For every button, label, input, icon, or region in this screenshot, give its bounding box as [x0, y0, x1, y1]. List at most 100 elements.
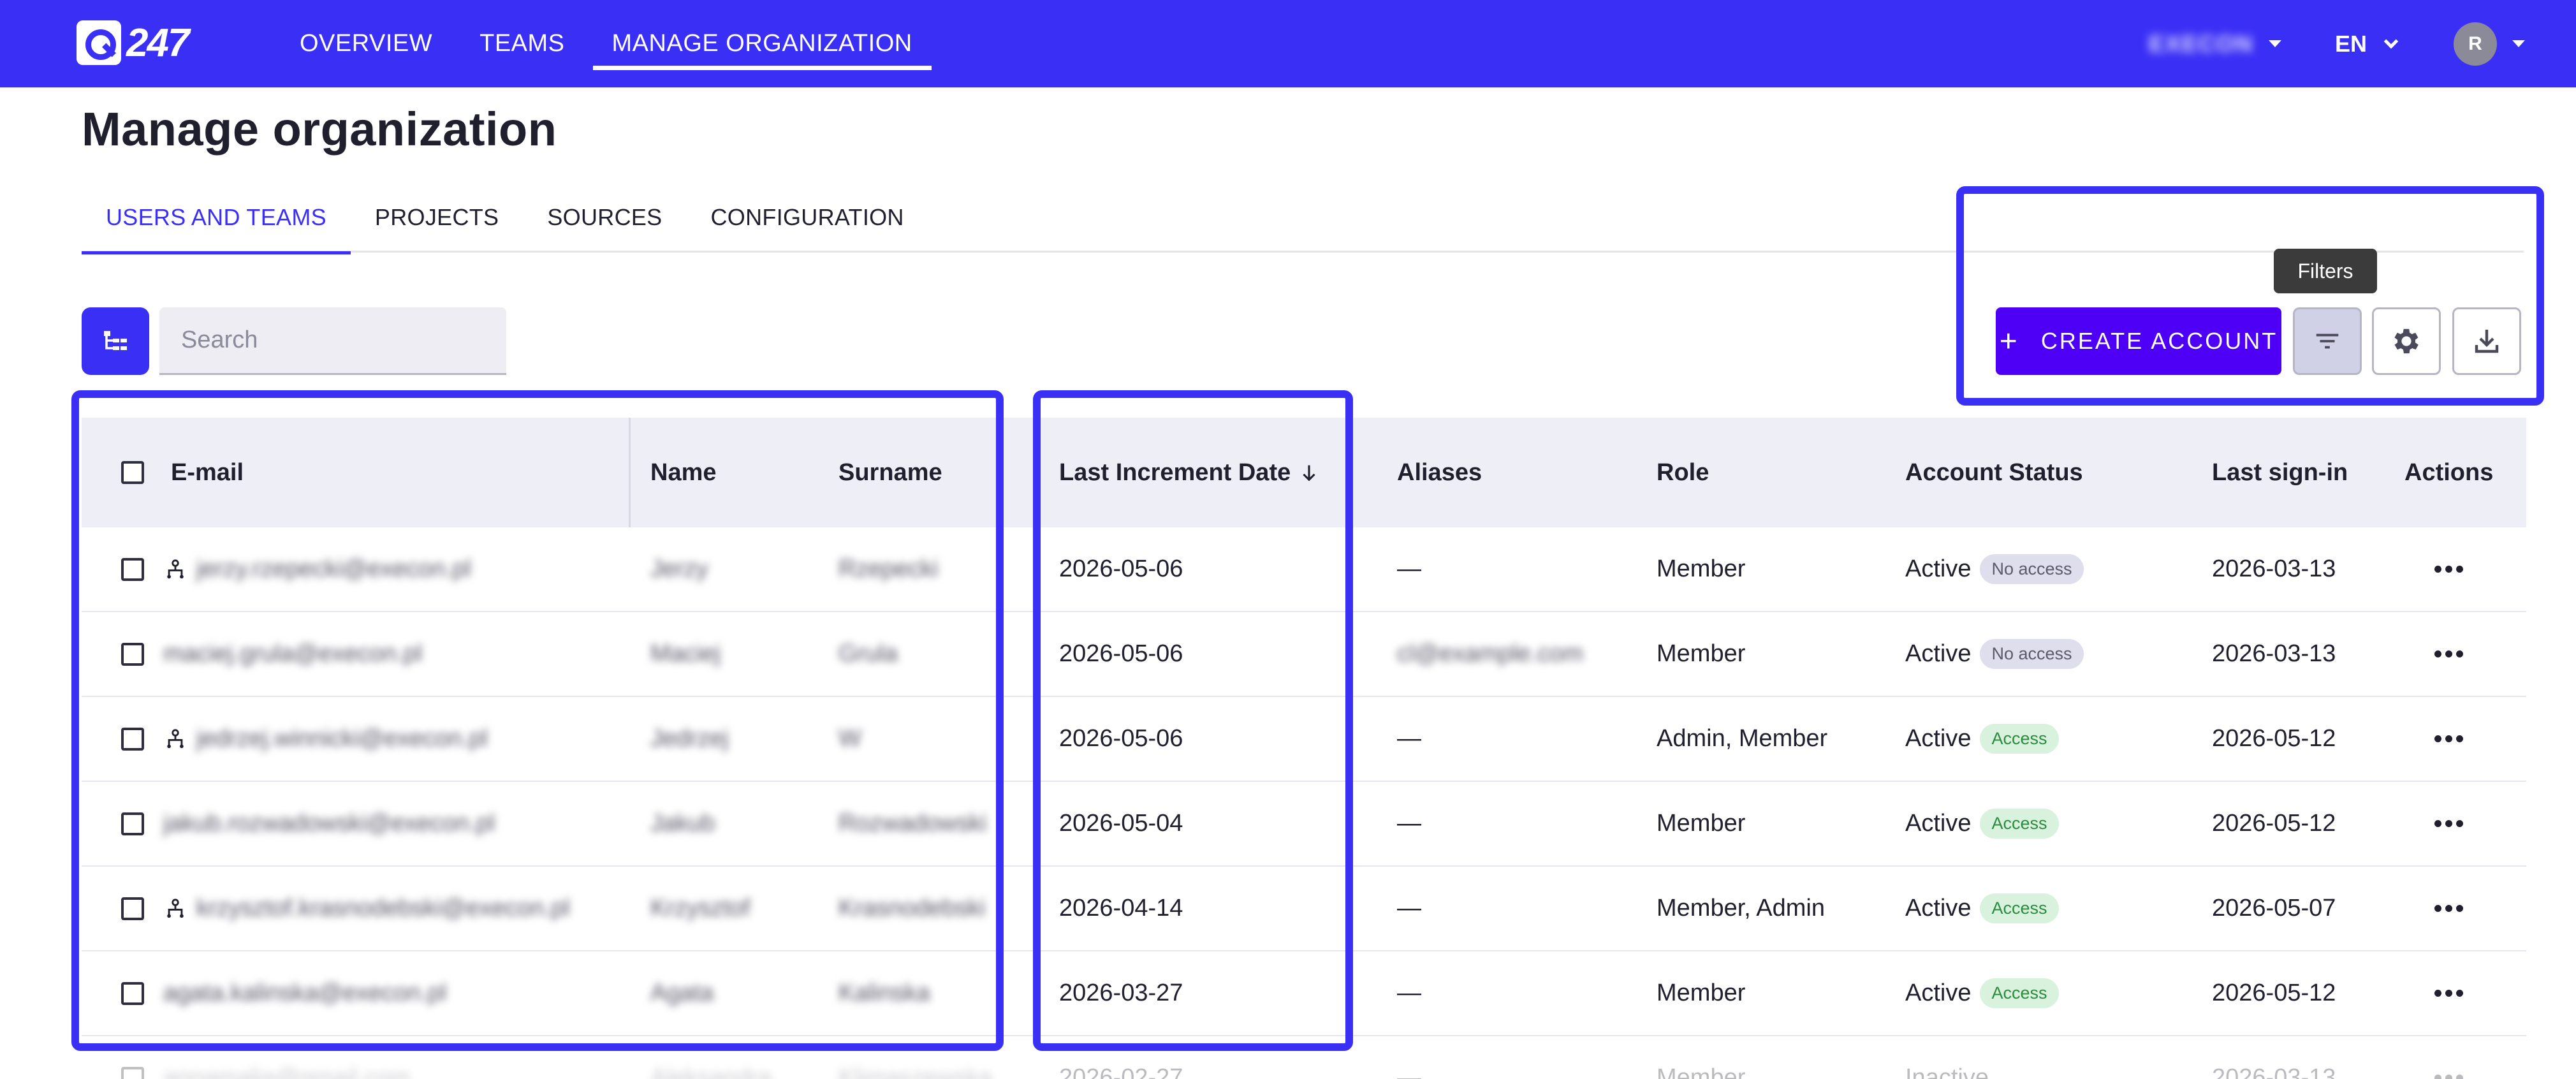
table-row[interactable]: maciej.grula@execon.pl Maciej Grula 2026-05… — [82, 612, 2526, 697]
tree-view-button[interactable] — [82, 307, 149, 375]
row-checkbox[interactable] — [121, 727, 144, 751]
row-actions-button[interactable] — [2434, 697, 2463, 781]
header-last-increment-label: Last Increment Date — [1059, 459, 1291, 486]
name-cell: Krzysztof — [650, 895, 750, 921]
nav-item-overview[interactable]: OVERVIEW — [281, 0, 451, 87]
aliases-cell: — — [1397, 555, 1421, 582]
row-actions-button[interactable] — [2434, 527, 2463, 611]
account-status-cell: Active Access — [1905, 697, 2059, 781]
aliases-cell: — — [1397, 725, 1421, 752]
logo-q-icon — [77, 20, 121, 65]
account-status-text: Inactive — [1905, 1064, 1989, 1079]
more-options-icon — [2434, 820, 2463, 827]
email-cell: jedrzej.winnicki@execon.pl — [196, 725, 488, 752]
header-last-sign-in[interactable]: Last sign-in — [2212, 418, 2348, 527]
header-select-all[interactable] — [121, 418, 144, 527]
account-status-text: Active — [1905, 640, 1972, 667]
organization-select[interactable]: EXECON — [2149, 31, 2281, 57]
user-menu[interactable]: R — [2454, 22, 2525, 66]
last-increment-date-cell: 2026-05-06 — [1059, 640, 1183, 667]
column-divider[interactable] — [629, 418, 631, 527]
header-account-status[interactable]: Account Status — [1905, 418, 2083, 527]
row-checkbox[interactable] — [121, 897, 144, 920]
more-options-icon — [2434, 990, 2463, 997]
row-checkbox-cell[interactable] — [121, 527, 144, 611]
header-last-increment-date[interactable]: Last Increment Date — [1059, 418, 1320, 527]
table-body: jerzy.rzepecki@execon.pl Jerzy Rzepecki 202… — [82, 527, 2526, 1079]
row-checkbox[interactable] — [121, 642, 144, 666]
select-all-checkbox[interactable] — [121, 461, 144, 484]
app-logo[interactable]: 247 — [77, 20, 210, 65]
row-checkbox[interactable] — [121, 557, 144, 581]
row-actions-button[interactable] — [2434, 951, 2463, 1035]
tab-projects[interactable]: PROJECTS — [351, 191, 523, 253]
header-email[interactable]: E-mail — [171, 418, 244, 527]
search-field[interactable] — [159, 307, 506, 375]
table-row[interactable]: annamalia@gmail.com Aleksandra Klimaszewsk… — [82, 1036, 2526, 1079]
account-status-cell: Inactive — [1905, 1036, 1989, 1079]
row-checkbox-cell[interactable] — [121, 1036, 144, 1079]
row-checkbox-cell[interactable] — [121, 697, 144, 781]
last-increment-date-cell: 2026-05-06 — [1059, 555, 1183, 582]
download-button[interactable] — [2452, 307, 2521, 375]
team-hierarchy-icon — [165, 867, 186, 950]
table-row[interactable]: krzysztof.krasnodebski@execon.pl Krzyszto… — [82, 867, 2526, 951]
header-surname[interactable]: Surname — [838, 418, 942, 527]
nav-item-teams[interactable]: TEAMS — [460, 0, 583, 87]
row-checkbox-cell[interactable] — [121, 612, 144, 696]
table-header: E-mail Name Surname Last Increment Date … — [82, 418, 2526, 527]
last-sign-in-cell: 2026-03-13 — [2212, 1064, 2336, 1079]
row-checkbox-cell[interactable] — [121, 782, 144, 865]
row-actions-button[interactable] — [2434, 782, 2463, 865]
name-cell: Agata — [650, 980, 714, 1006]
row-checkbox[interactable] — [121, 812, 144, 835]
role-cell: Admin, Member — [1657, 725, 1828, 752]
tab-configuration[interactable]: CONFIGURATION — [687, 191, 928, 253]
account-status-cell: Active No access — [1905, 527, 2084, 611]
table-row[interactable]: jerzy.rzepecki@execon.pl Jerzy Rzepecki 202… — [82, 527, 2526, 612]
role-cell: Member — [1657, 980, 1746, 1006]
name-cell: Jakub — [650, 810, 715, 837]
account-status-text: Active — [1905, 895, 1972, 921]
role-cell: Member — [1657, 810, 1746, 837]
surname-cell: Grula — [838, 640, 898, 667]
row-checkbox-cell[interactable] — [121, 867, 144, 950]
header-actions: Actions — [2404, 459, 2494, 486]
row-checkbox[interactable] — [121, 1066, 144, 1079]
table-row[interactable]: jedrzej.winnicki@execon.pl Jedrzej W 2026-0… — [82, 697, 2526, 782]
caret-down-icon — [2268, 40, 2281, 47]
row-actions-button[interactable] — [2434, 612, 2463, 696]
name-cell: Maciej — [650, 640, 721, 667]
aliases-cell: — — [1397, 1064, 1421, 1079]
tab-sources[interactable]: SOURCES — [523, 191, 686, 253]
last-sign-in-cell: 2026-05-12 — [2212, 810, 2336, 837]
row-actions-button[interactable] — [2434, 867, 2463, 950]
row-checkbox-cell[interactable] — [121, 951, 144, 1035]
download-icon — [2475, 330, 2499, 353]
tab-users-and-teams[interactable]: USERS AND TEAMS — [82, 191, 351, 254]
email-cell: jerzy.rzepecki@execon.pl — [196, 555, 471, 582]
last-sign-in-cell: 2026-03-13 — [2212, 555, 2336, 582]
status-badge: No access — [1980, 639, 2084, 669]
status-badge: Access — [1980, 809, 2059, 839]
settings-button[interactable] — [2372, 307, 2441, 375]
nav-item-manage-organization[interactable]: MANAGE ORGANIZATION — [592, 0, 932, 87]
header-role[interactable]: Role — [1657, 418, 1709, 527]
language-select[interactable]: EN — [2335, 31, 2399, 57]
table-row[interactable]: agata.kalinska@execon.pl Agata Kalinska 202… — [82, 951, 2526, 1036]
name-cell: Jerzy — [650, 555, 708, 582]
role-cell: Member — [1657, 1064, 1746, 1079]
search-input[interactable] — [181, 327, 493, 354]
top-right-controls: EXECON EN R — [2149, 0, 2525, 87]
header-aliases[interactable]: Aliases — [1397, 418, 1482, 527]
last-increment-date-cell: 2026-05-06 — [1059, 725, 1183, 752]
email-cell: maciej.grula@execon.pl — [163, 640, 423, 667]
table-row[interactable]: jakub.rozwadowski@execon.pl Jakub Rozwadow… — [82, 782, 2526, 867]
filters-button[interactable] — [2293, 307, 2362, 375]
surname-cell: Rzepecki — [838, 555, 939, 582]
row-actions-button[interactable] — [2434, 1036, 2463, 1079]
row-checkbox[interactable] — [121, 981, 144, 1005]
create-account-button[interactable]: + CREATE ACCOUNT — [1996, 307, 2281, 375]
status-badge: No access — [1980, 554, 2084, 584]
header-name[interactable]: Name — [650, 418, 717, 527]
